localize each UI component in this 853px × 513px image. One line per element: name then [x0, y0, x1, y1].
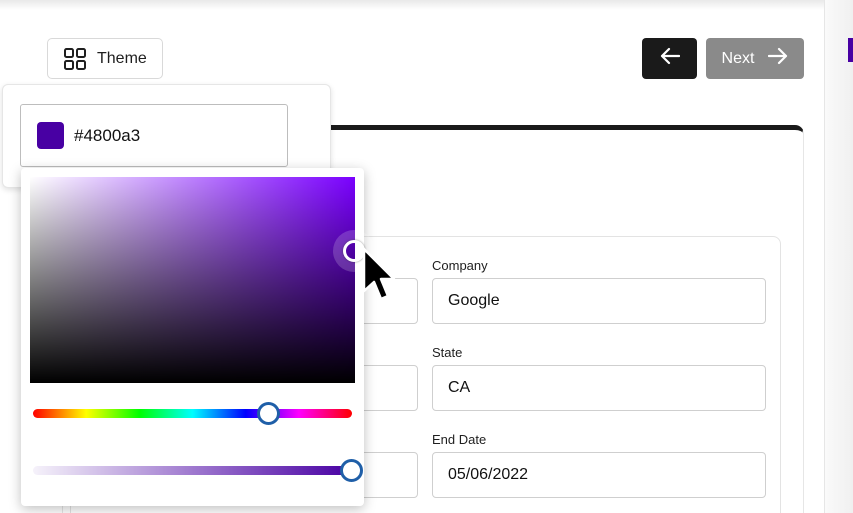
next-button-label: Next — [721, 49, 755, 67]
theme-button[interactable]: Theme — [47, 38, 163, 79]
page: Theme Next Company Google State CA End D… — [0, 0, 853, 513]
color-swatch — [37, 122, 64, 149]
saturation-value-area[interactable] — [30, 177, 355, 383]
hex-value: #4800a3 — [74, 125, 141, 145]
right-panel-edge — [824, 0, 853, 513]
company-input[interactable]: Google — [432, 278, 766, 324]
back-button[interactable] — [642, 38, 697, 79]
grid-icon — [64, 47, 86, 70]
right-accent-bar — [848, 38, 853, 62]
state-label: State — [432, 345, 463, 360]
hex-color-field[interactable]: #4800a3 — [20, 104, 288, 167]
hue-slider[interactable] — [33, 409, 352, 418]
arrow-right-icon — [768, 47, 788, 70]
next-button[interactable]: Next — [706, 38, 804, 79]
alpha-slider[interactable] — [33, 466, 352, 475]
mouse-pointer-icon — [362, 247, 400, 312]
end-date-input[interactable]: 05/06/2022 — [432, 452, 766, 498]
theme-button-label: Theme — [97, 49, 147, 67]
end-date-label: End Date — [432, 432, 487, 447]
arrow-left-icon — [660, 47, 680, 70]
company-label: Company — [432, 258, 488, 273]
alpha-slider-handle[interactable] — [340, 459, 363, 482]
top-shadow — [0, 0, 853, 10]
hue-slider-handle[interactable] — [257, 402, 280, 425]
state-input[interactable]: CA — [432, 365, 766, 411]
